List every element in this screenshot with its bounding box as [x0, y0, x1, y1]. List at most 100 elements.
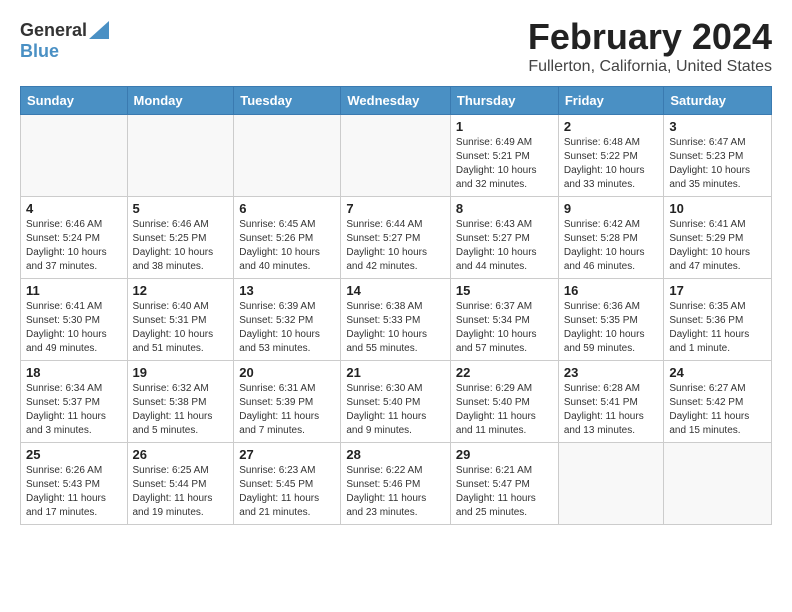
calendar-cell: 10 Sunrise: 6:41 AM Sunset: 5:29 PM Dayli…	[664, 197, 772, 279]
weekday-header-tuesday: Tuesday	[234, 87, 341, 115]
location-title: Fullerton, California, United States	[528, 58, 772, 76]
day-info: Sunrise: 6:25 AM Sunset: 5:44 PM Dayligh…	[133, 464, 229, 520]
day-number: 1	[456, 119, 553, 134]
day-number: 16	[564, 283, 659, 298]
calendar-cell	[127, 115, 234, 197]
calendar-cell: 18 Sunrise: 6:34 AM Sunset: 5:37 PM Dayli…	[21, 361, 128, 443]
calendar-header: SundayMondayTuesdayWednesdayThursdayFrid…	[21, 87, 772, 115]
day-number: 13	[239, 283, 335, 298]
day-info: Sunrise: 6:47 AM Sunset: 5:23 PM Dayligh…	[669, 136, 766, 192]
day-number: 20	[239, 365, 335, 380]
week-row-2: 4Sunrise: 6:46 AM Sunset: 5:24 PM Daylig…	[21, 197, 772, 279]
weekday-header-thursday: Thursday	[450, 87, 558, 115]
day-info: Sunrise: 6:30 AM Sunset: 5:40 PM Dayligh…	[346, 382, 445, 438]
week-row-3: 11 Sunrise: 6:41 AM Sunset: 5:30 PM Dayli…	[21, 279, 772, 361]
calendar-cell: 9Sunrise: 6:42 AM Sunset: 5:28 PM Daylig…	[558, 197, 664, 279]
day-info: Sunrise: 6:43 AM Sunset: 5:27 PM Dayligh…	[456, 218, 553, 274]
calendar-cell: 15 Sunrise: 6:37 AM Sunset: 5:34 PM Dayli…	[450, 279, 558, 361]
weekday-header-saturday: Saturday	[664, 87, 772, 115]
calendar-body: 1 Sunrise: 6:49 AM Sunset: 5:21 PM Daylig…	[21, 115, 772, 525]
calendar-cell: 1 Sunrise: 6:49 AM Sunset: 5:21 PM Daylig…	[450, 115, 558, 197]
day-info: Sunrise: 6:46 AM Sunset: 5:25 PM Dayligh…	[133, 218, 229, 274]
calendar-cell: 5 Sunrise: 6:46 AM Sunset: 5:25 PM Daylig…	[127, 197, 234, 279]
calendar-cell: 20Sunrise: 6:31 AM Sunset: 5:39 PM Dayli…	[234, 361, 341, 443]
calendar-cell: 3Sunrise: 6:47 AM Sunset: 5:23 PM Daylig…	[664, 115, 772, 197]
logo: General Blue	[20, 20, 109, 62]
day-number: 8	[456, 201, 553, 216]
day-number: 6	[239, 201, 335, 216]
day-number: 25	[26, 447, 122, 462]
weekday-header-wednesday: Wednesday	[341, 87, 451, 115]
day-number: 14	[346, 283, 445, 298]
calendar-cell	[341, 115, 451, 197]
day-number: 24	[669, 365, 766, 380]
calendar-cell: 13Sunrise: 6:39 AM Sunset: 5:32 PM Dayli…	[234, 279, 341, 361]
day-info: Sunrise: 6:40 AM Sunset: 5:31 PM Dayligh…	[133, 300, 229, 356]
day-number: 2	[564, 119, 659, 134]
day-info: Sunrise: 6:41 AM Sunset: 5:29 PM Dayligh…	[669, 218, 766, 274]
calendar-cell: 23 Sunrise: 6:28 AM Sunset: 5:41 PM Dayli…	[558, 361, 664, 443]
calendar-cell	[558, 443, 664, 525]
day-info: Sunrise: 6:22 AM Sunset: 5:46 PM Dayligh…	[346, 464, 445, 520]
day-info: Sunrise: 6:48 AM Sunset: 5:22 PM Dayligh…	[564, 136, 659, 192]
day-number: 5	[133, 201, 229, 216]
calendar-cell: 27Sunrise: 6:23 AM Sunset: 5:45 PM Dayli…	[234, 443, 341, 525]
weekday-header-row: SundayMondayTuesdayWednesdayThursdayFrid…	[21, 87, 772, 115]
day-info: Sunrise: 6:36 AM Sunset: 5:35 PM Dayligh…	[564, 300, 659, 356]
week-row-4: 18 Sunrise: 6:34 AM Sunset: 5:37 PM Dayli…	[21, 361, 772, 443]
calendar-cell	[21, 115, 128, 197]
calendar-cell: 12 Sunrise: 6:40 AM Sunset: 5:31 PM Dayli…	[127, 279, 234, 361]
calendar-cell	[234, 115, 341, 197]
day-info: Sunrise: 6:27 AM Sunset: 5:42 PM Dayligh…	[669, 382, 766, 438]
day-info: Sunrise: 6:35 AM Sunset: 5:36 PM Dayligh…	[669, 300, 766, 356]
day-info: Sunrise: 6:26 AM Sunset: 5:43 PM Dayligh…	[26, 464, 122, 520]
day-info: Sunrise: 6:41 AM Sunset: 5:30 PM Dayligh…	[26, 300, 122, 356]
day-number: 12	[133, 283, 229, 298]
day-info: Sunrise: 6:34 AM Sunset: 5:37 PM Dayligh…	[26, 382, 122, 438]
day-number: 11	[26, 283, 122, 298]
calendar-cell: 7Sunrise: 6:44 AM Sunset: 5:27 PM Daylig…	[341, 197, 451, 279]
weekday-header-sunday: Sunday	[21, 87, 128, 115]
calendar-cell: 25 Sunrise: 6:26 AM Sunset: 5:43 PM Dayli…	[21, 443, 128, 525]
weekday-header-friday: Friday	[558, 87, 664, 115]
logo-general-text: General	[20, 20, 87, 41]
day-info: Sunrise: 6:29 AM Sunset: 5:40 PM Dayligh…	[456, 382, 553, 438]
weekday-header-monday: Monday	[127, 87, 234, 115]
day-number: 28	[346, 447, 445, 462]
day-number: 10	[669, 201, 766, 216]
day-info: Sunrise: 6:37 AM Sunset: 5:34 PM Dayligh…	[456, 300, 553, 356]
day-number: 26	[133, 447, 229, 462]
calendar-cell: 24 Sunrise: 6:27 AM Sunset: 5:42 PM Dayli…	[664, 361, 772, 443]
week-row-5: 25 Sunrise: 6:26 AM Sunset: 5:43 PM Dayli…	[21, 443, 772, 525]
calendar-cell: 2 Sunrise: 6:48 AM Sunset: 5:22 PM Daylig…	[558, 115, 664, 197]
day-number: 18	[26, 365, 122, 380]
calendar-cell: 21 Sunrise: 6:30 AM Sunset: 5:40 PM Dayli…	[341, 361, 451, 443]
day-info: Sunrise: 6:32 AM Sunset: 5:38 PM Dayligh…	[133, 382, 229, 438]
day-info: Sunrise: 6:38 AM Sunset: 5:33 PM Dayligh…	[346, 300, 445, 356]
day-info: Sunrise: 6:23 AM Sunset: 5:45 PM Dayligh…	[239, 464, 335, 520]
month-title: February 2024	[528, 16, 772, 58]
day-number: 23	[564, 365, 659, 380]
day-info: Sunrise: 6:21 AM Sunset: 5:47 PM Dayligh…	[456, 464, 553, 520]
logo-triangle-icon	[89, 21, 109, 39]
day-info: Sunrise: 6:49 AM Sunset: 5:21 PM Dayligh…	[456, 136, 553, 192]
day-number: 21	[346, 365, 445, 380]
day-number: 4	[26, 201, 122, 216]
day-number: 7	[346, 201, 445, 216]
calendar-cell: 11 Sunrise: 6:41 AM Sunset: 5:30 PM Dayli…	[21, 279, 128, 361]
calendar-cell: 8 Sunrise: 6:43 AM Sunset: 5:27 PM Daylig…	[450, 197, 558, 279]
day-info: Sunrise: 6:28 AM Sunset: 5:41 PM Dayligh…	[564, 382, 659, 438]
day-number: 9	[564, 201, 659, 216]
logo-blue-text: Blue	[20, 41, 59, 61]
calendar: SundayMondayTuesdayWednesdayThursdayFrid…	[20, 86, 772, 525]
calendar-cell: 19Sunrise: 6:32 AM Sunset: 5:38 PM Dayli…	[127, 361, 234, 443]
day-number: 15	[456, 283, 553, 298]
day-info: Sunrise: 6:45 AM Sunset: 5:26 PM Dayligh…	[239, 218, 335, 274]
calendar-cell	[664, 443, 772, 525]
calendar-cell: 28 Sunrise: 6:22 AM Sunset: 5:46 PM Dayli…	[341, 443, 451, 525]
calendar-cell: 6 Sunrise: 6:45 AM Sunset: 5:26 PM Daylig…	[234, 197, 341, 279]
calendar-cell: 16 Sunrise: 6:36 AM Sunset: 5:35 PM Dayli…	[558, 279, 664, 361]
header: General Blue February 2024 Fullerton, Ca…	[20, 16, 772, 76]
calendar-cell: 17Sunrise: 6:35 AM Sunset: 5:36 PM Dayli…	[664, 279, 772, 361]
calendar-cell: 4Sunrise: 6:46 AM Sunset: 5:24 PM Daylig…	[21, 197, 128, 279]
